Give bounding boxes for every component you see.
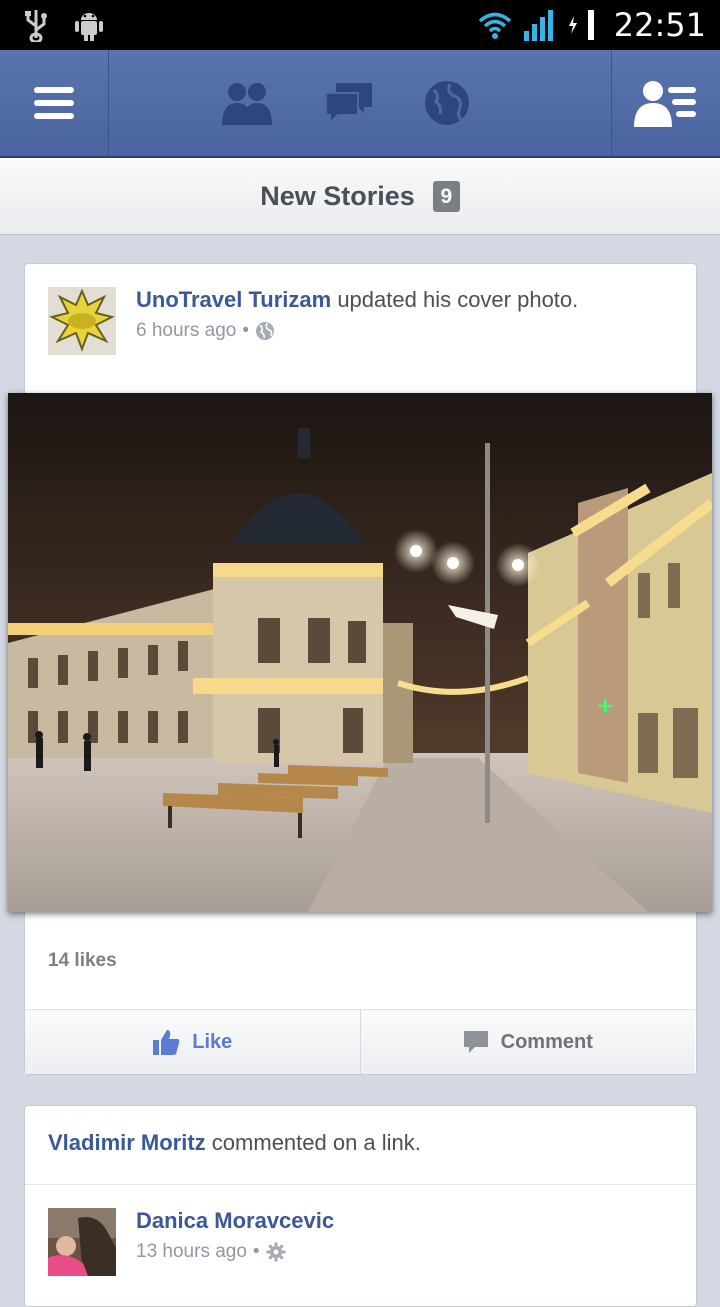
separator-dot: • (242, 320, 250, 341)
likes-count[interactable]: 14 likes (48, 950, 117, 972)
messages-icon[interactable] (324, 81, 374, 125)
notifications-globe-icon[interactable] (424, 80, 470, 126)
timestamp[interactable]: 13 hours ago (136, 1241, 247, 1263)
timestamp[interactable]: 6 hours ago (136, 320, 236, 342)
avatar[interactable] (48, 1208, 116, 1276)
story-actions: Like Comment (25, 1009, 695, 1074)
like-label: Like (192, 1030, 233, 1053)
like-button[interactable]: Like (25, 1010, 361, 1074)
svg-text:+: + (596, 694, 614, 719)
actor-name-link[interactable]: Vladimir Moritz (48, 1130, 206, 1155)
story-action-text: updated his cover photo. (331, 287, 579, 312)
thumbs-up-icon (153, 1030, 180, 1055)
status-bar: 22:51 (0, 0, 720, 50)
comment-bubble-icon (463, 1031, 488, 1053)
signal-icon (523, 10, 553, 41)
story-title: Vladimir Moritz commented on a link. (48, 1130, 421, 1156)
android-debug-icon (75, 13, 103, 41)
unotravel-logo-icon (48, 287, 116, 355)
wifi-icon (478, 12, 511, 39)
friend-requests-icon[interactable] (220, 81, 274, 125)
comment-button[interactable]: Comment (361, 1010, 696, 1074)
cover-photo-image: + (8, 393, 712, 912)
new-stories-bar[interactable]: New Stories 9 (0, 158, 720, 235)
top-nav-bar (0, 50, 720, 158)
friends-list-icon (634, 81, 696, 127)
story-title: UnoTravel Turizam updated his cover phot… (136, 287, 578, 313)
gear-icon (266, 1242, 286, 1262)
menu-icon (34, 87, 74, 119)
separator-dot: • (252, 1241, 260, 1262)
menu-button[interactable] (0, 50, 109, 156)
story-meta: 13 hours ago • (136, 1241, 286, 1263)
clock: 22:51 (613, 6, 706, 44)
author-name-link[interactable]: UnoTravel Turizam (136, 287, 331, 312)
story-action-text: commented on a link. (205, 1130, 421, 1155)
profile-photo-image (48, 1208, 116, 1276)
globe-icon (256, 322, 275, 340)
new-stories-label: New Stories (260, 180, 415, 211)
author-line: Danica Moravcevic (136, 1208, 334, 1234)
author-name-link[interactable]: Danica Moravcevic (136, 1208, 334, 1233)
friends-list-button[interactable] (611, 50, 720, 156)
comment-label: Comment (500, 1030, 593, 1053)
story-meta: 6 hours ago • (136, 320, 275, 342)
avatar[interactable] (48, 287, 116, 355)
cover-photo[interactable]: + (8, 393, 712, 912)
usb-icon (25, 10, 47, 42)
battery-charging-icon (568, 10, 594, 40)
new-stories-count-badge: 9 (432, 180, 460, 212)
